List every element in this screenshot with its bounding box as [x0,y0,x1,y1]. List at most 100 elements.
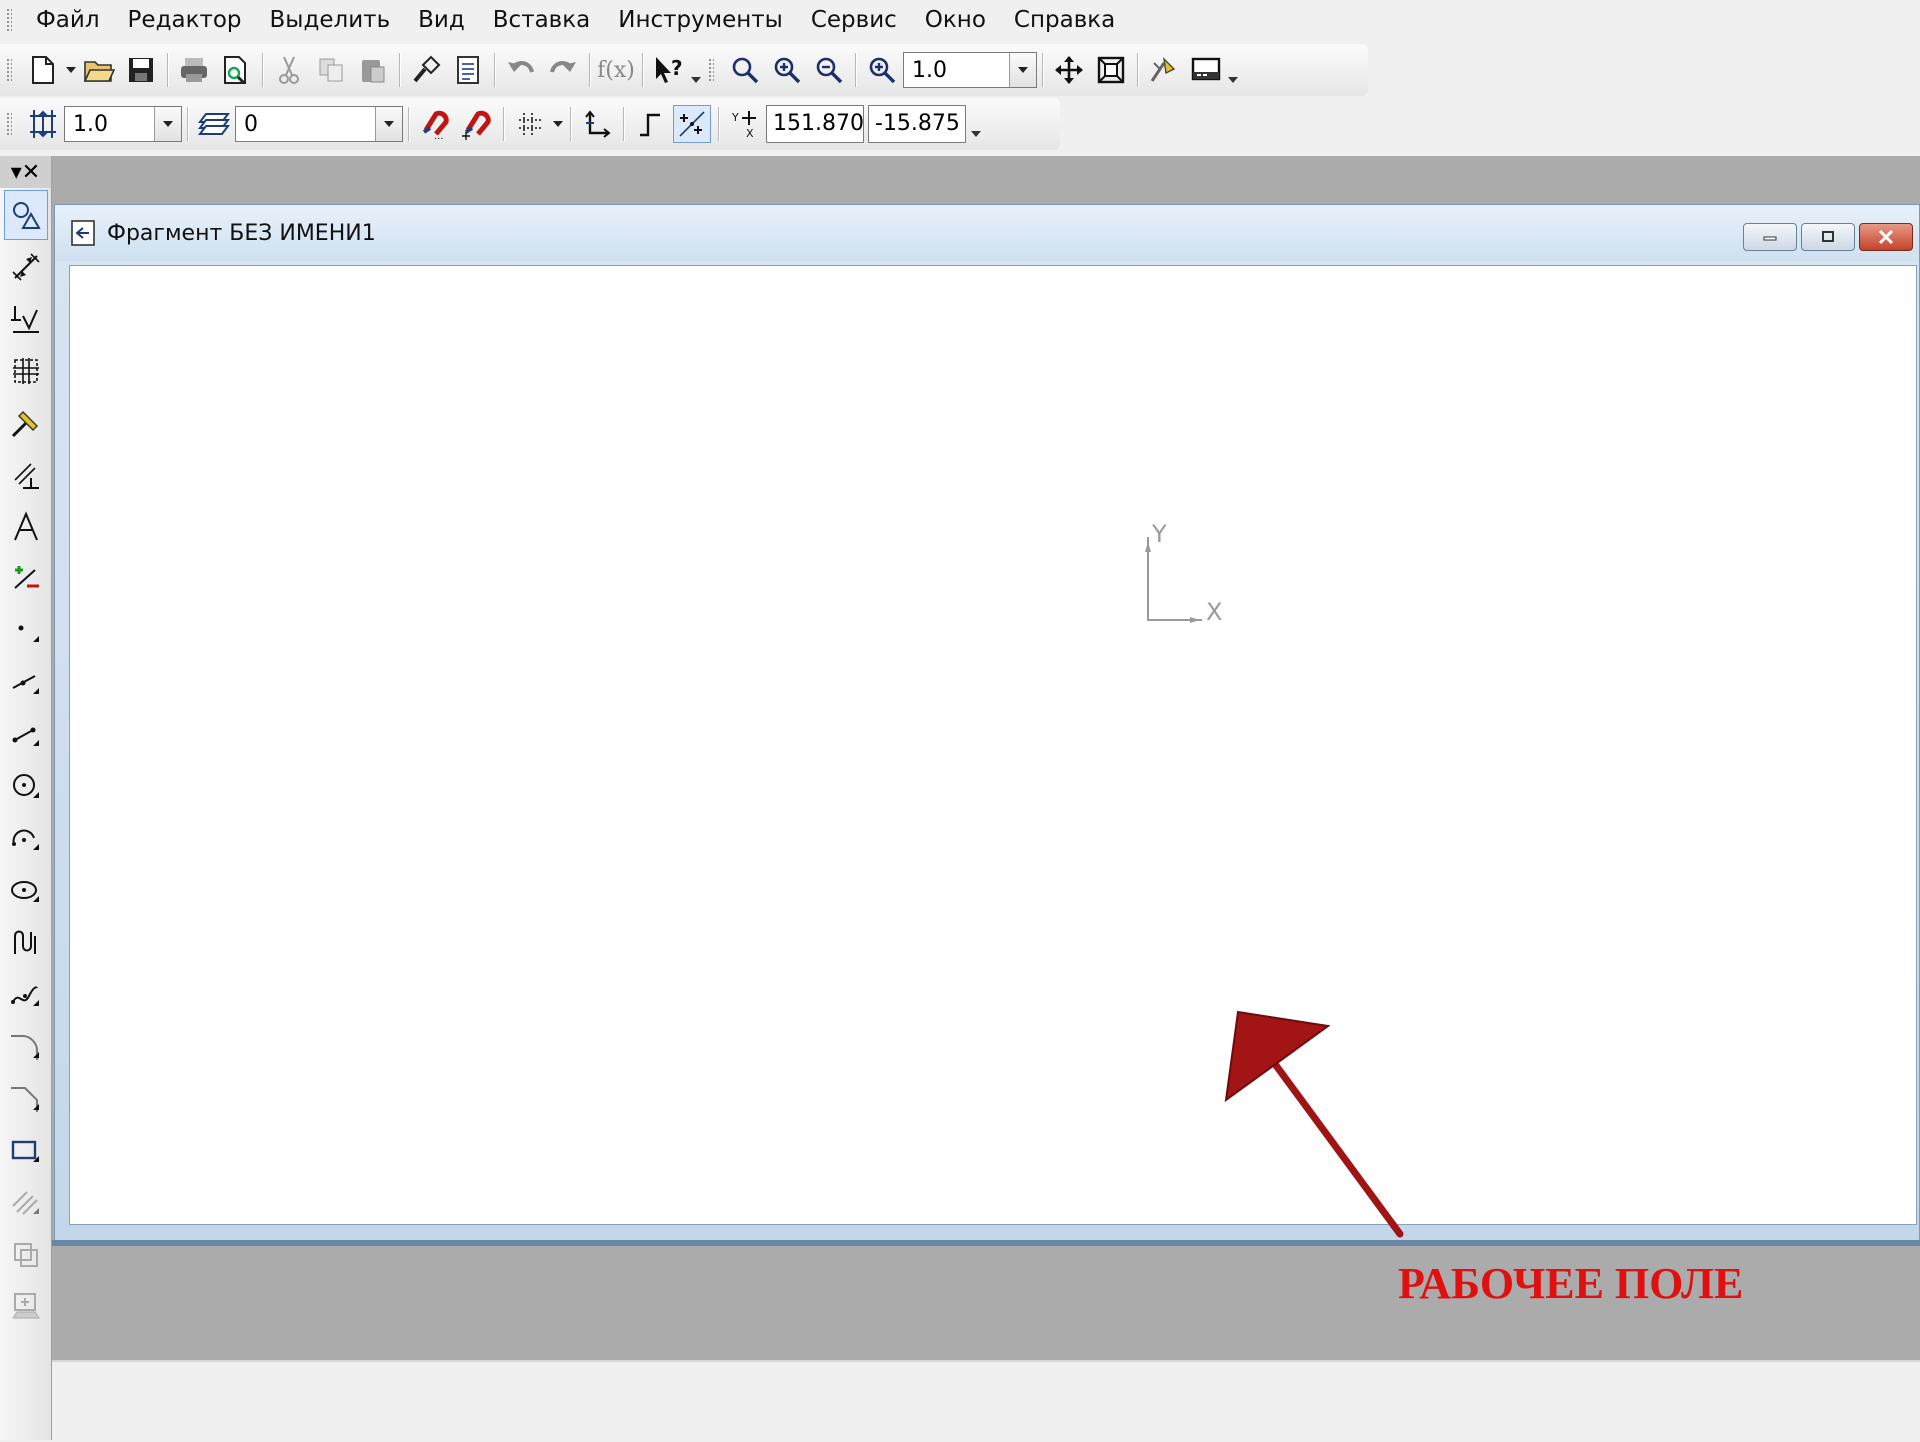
layer-dropdown-button[interactable] [375,107,402,141]
toolbar-grip[interactable] [708,58,714,82]
layer-value[interactable]: 0 [236,107,375,141]
zoom-out-icon[interactable] [810,51,848,89]
layers-icon[interactable] [195,105,233,143]
fragment-document-icon [71,220,95,246]
menu-select[interactable]: Выделить [256,0,405,40]
point-icon[interactable] [4,606,48,656]
properties-icon[interactable] [449,51,487,89]
snap-local-icon[interactable] [458,105,496,143]
collect-contour-icon[interactable] [4,1282,48,1332]
compact-toolbar: ▾✕ [0,156,52,1440]
arc-icon[interactable] [4,814,48,864]
bezier-icon[interactable] [4,970,48,1020]
menu-grip[interactable] [6,8,12,32]
cut-icon[interactable] [270,51,308,89]
print-icon[interactable] [175,51,213,89]
chamfer-icon[interactable] [4,1074,48,1124]
notation-icon[interactable] [4,294,48,344]
zoom-in-icon[interactable] [768,51,806,89]
format-brush-icon[interactable] [407,51,445,89]
ellipse-icon[interactable] [4,866,48,916]
segment-icon[interactable] [4,710,48,760]
grid-dropdown[interactable] [551,105,565,143]
paste-icon[interactable] [354,51,392,89]
redo-icon[interactable] [544,51,582,89]
step-combo[interactable]: 1.0 [64,106,182,142]
toolbar-separator [1137,53,1138,87]
layer-combo[interactable]: 0 [235,106,403,142]
menu-tools[interactable]: Инструменты [604,0,797,40]
function-icon[interactable]: f(x) [597,51,635,89]
zoom-combo[interactable]: 1.0 [903,52,1037,88]
menu-insert[interactable]: Вставка [479,0,604,40]
compact-toolbar-header[interactable]: ▾✕ [0,156,51,188]
select-icon[interactable] [4,502,48,552]
geometry-icon[interactable] [4,190,48,240]
restore-button[interactable] [1801,223,1855,251]
hatch-icon[interactable] [4,1178,48,1228]
context-help-icon[interactable]: ? [650,51,688,89]
step-dropdown-button[interactable] [154,107,181,141]
fillet-icon[interactable] [4,1022,48,1072]
zoom-scale-icon[interactable] [863,51,901,89]
menu-window[interactable]: Окно [911,0,1000,40]
minimize-icon [1763,236,1777,241]
circle-icon[interactable] [4,762,48,812]
menu-view[interactable]: Вид [404,0,479,40]
auxiliary-line-icon[interactable] [4,658,48,708]
regenerate-icon[interactable] [1145,51,1183,89]
equidistant-icon[interactable] [4,1230,48,1280]
measure-icon[interactable] [4,450,48,500]
minimize-button[interactable] [1743,223,1797,251]
toolbar-grip[interactable] [6,58,12,82]
toolbar-overflow-chevron[interactable] [1227,51,1239,89]
nurbs-icon[interactable] [4,918,48,968]
toolbar-overflow-chevron[interactable] [690,51,702,89]
new-document-icon[interactable] [24,51,62,89]
save-icon[interactable] [122,51,160,89]
grid-icon[interactable] [511,105,549,143]
zoom-value[interactable]: 1.0 [904,53,1009,87]
close-button[interactable] [1859,223,1913,251]
zoom-dropdown-button[interactable] [1009,53,1036,87]
menu-service[interactable]: Сервис [797,0,911,40]
rectangle-icon[interactable] [4,1126,48,1176]
document-titlebar[interactable]: Фрагмент БЕЗ ИМЕНИ1 [55,205,1919,261]
zoom-all-icon[interactable] [1092,51,1130,89]
copy-icon[interactable] [312,51,350,89]
pan-icon[interactable] [1050,51,1088,89]
dimensions-icon[interactable] [4,242,48,292]
toolbar-separator [494,53,495,87]
round-coords-icon[interactable] [673,105,711,143]
zoom-window-icon[interactable] [726,51,764,89]
undo-icon[interactable] [502,51,540,89]
toolbar-overflow-chevron[interactable] [970,105,982,143]
ortho-mode-icon[interactable] [631,105,669,143]
step-value[interactable]: 1.0 [65,107,154,141]
status-bar [52,1360,1920,1442]
document-title: Фрагмент БЕЗ ИМЕНИ1 [107,220,376,246]
edit-icon[interactable] [4,346,48,396]
current-state-toolbar: 1.0 0 ... YX 151.870 -15.875 [0,98,1060,150]
coord-y-field[interactable]: -15.875 [868,105,966,143]
parametrization-icon[interactable] [4,398,48,448]
open-folder-icon[interactable] [80,51,118,89]
new-document-dropdown[interactable] [64,51,78,89]
document-window: Фрагмент БЕЗ ИМЕНИ1 Y X [54,204,1920,1244]
print-preview-icon[interactable] [217,51,255,89]
snap-global-icon[interactable]: ... [416,105,454,143]
display-icon[interactable] [1187,51,1225,89]
cursor-coords-icon[interactable]: YX [726,105,764,143]
cursor-step-icon[interactable] [24,105,62,143]
annotation-label: РАБОЧЕЕ ПОЛЕ [1398,1259,1744,1308]
local-cs-icon[interactable] [578,105,616,143]
toolbar-grip[interactable] [6,112,12,136]
drawing-canvas[interactable]: Y X [69,265,1917,1225]
menu-editor[interactable]: Редактор [114,0,256,40]
toolbar-separator [623,107,624,141]
menu-file[interactable]: Файл [22,0,114,40]
toolbar-separator [408,107,409,141]
coord-x-field[interactable]: 151.870 [766,105,864,143]
menu-help[interactable]: Справка [1000,0,1129,40]
macro-elements-icon[interactable] [4,554,48,604]
